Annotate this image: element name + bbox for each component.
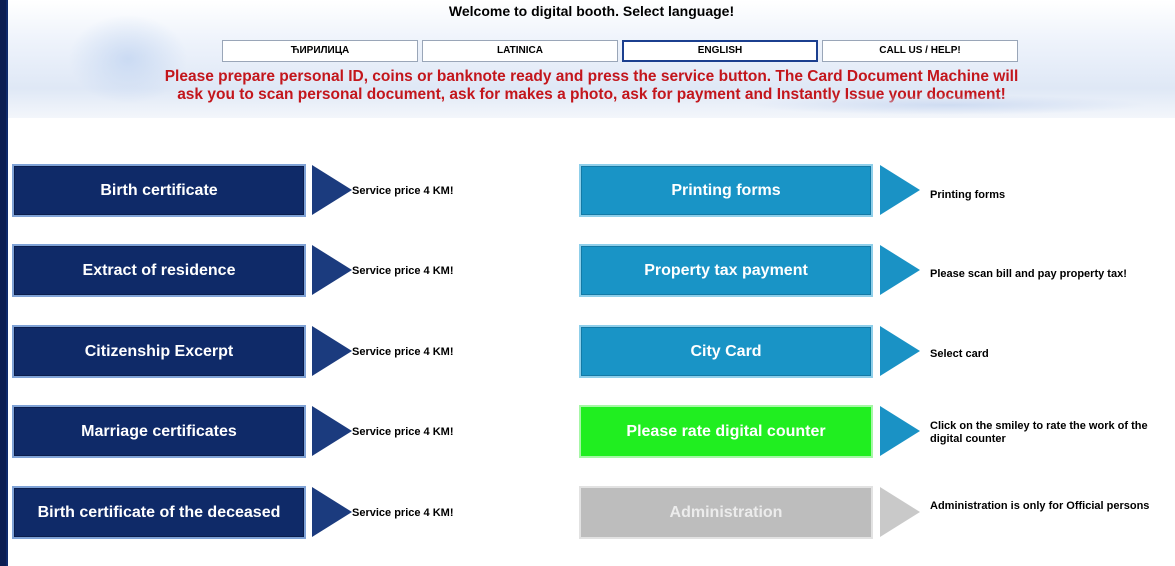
notice-line-2: ask you to scan personal document, ask f… [177, 86, 1006, 103]
printing-forms-arrow-icon[interactable] [880, 165, 920, 215]
welcome-title: Welcome to digital booth. Select languag… [448, 3, 735, 19]
instructions-notice: Please prepare personal ID, coins or ban… [8, 68, 1175, 104]
birth-certificate-price: Service price 4 KM! [352, 185, 454, 197]
city-card-arrow-icon[interactable] [880, 326, 920, 376]
administration-arrow-icon[interactable] [880, 487, 920, 537]
extract-of-residence-arrow-icon[interactable] [312, 245, 352, 295]
property-tax-arrow-icon[interactable] [880, 245, 920, 295]
birth-certificate-deceased-button[interactable]: Birth certificate of the deceased [12, 486, 306, 539]
city-card-desc: Select card [930, 348, 989, 360]
extract-of-residence-button[interactable]: Extract of residence [12, 244, 306, 297]
language-english-button[interactable]: ENGLISH [622, 40, 818, 62]
citizenship-excerpt-price: Service price 4 KM! [352, 346, 454, 358]
city-card-button[interactable]: City Card [579, 325, 873, 378]
notice-line-1: Please prepare personal ID, coins or ban… [164, 68, 1019, 85]
birth-certificate-deceased-price: Service price 4 KM! [352, 507, 454, 519]
printing-forms-button[interactable]: Printing forms [579, 164, 873, 217]
printing-forms-desc: Printing forms [930, 189, 1006, 201]
marriage-certificates-button[interactable]: Marriage certificates [12, 405, 306, 458]
kiosk-window: Welcome to digital booth. Select languag… [6, 0, 1175, 566]
language-latinica-button[interactable]: LATINICA [422, 40, 618, 62]
marriage-certificates-arrow-icon[interactable] [312, 406, 352, 456]
birth-certificate-button[interactable]: Birth certificate [12, 164, 306, 217]
marriage-certificates-price: Service price 4 KM! [352, 426, 454, 438]
call-help-button[interactable]: CALL US / HELP! [822, 40, 1018, 62]
header: Welcome to digital booth. Select languag… [8, 0, 1175, 118]
administration-button[interactable]: Administration [579, 486, 873, 539]
rate-digital-counter-button[interactable]: Please rate digital counter [579, 405, 873, 458]
property-tax-desc: Please scan bill and pay property tax! [930, 268, 1127, 280]
citizenship-excerpt-button[interactable]: Citizenship Excerpt [12, 325, 306, 378]
administration-desc: Administration is only for Official pers… [930, 500, 1150, 512]
property-tax-payment-button[interactable]: Property tax payment [579, 244, 873, 297]
extract-of-residence-price: Service price 4 KM! [352, 265, 454, 277]
birth-certificate-arrow-icon[interactable] [312, 165, 352, 215]
citizenship-excerpt-arrow-icon[interactable] [312, 326, 352, 376]
rate-counter-desc: Click on the smiley to rate the work of … [930, 420, 1148, 445]
language-cyrillic-button[interactable]: ЋИРИЛИЦА [222, 40, 418, 62]
rate-counter-arrow-icon[interactable] [880, 406, 920, 456]
birth-certificate-deceased-arrow-icon[interactable] [312, 487, 352, 537]
